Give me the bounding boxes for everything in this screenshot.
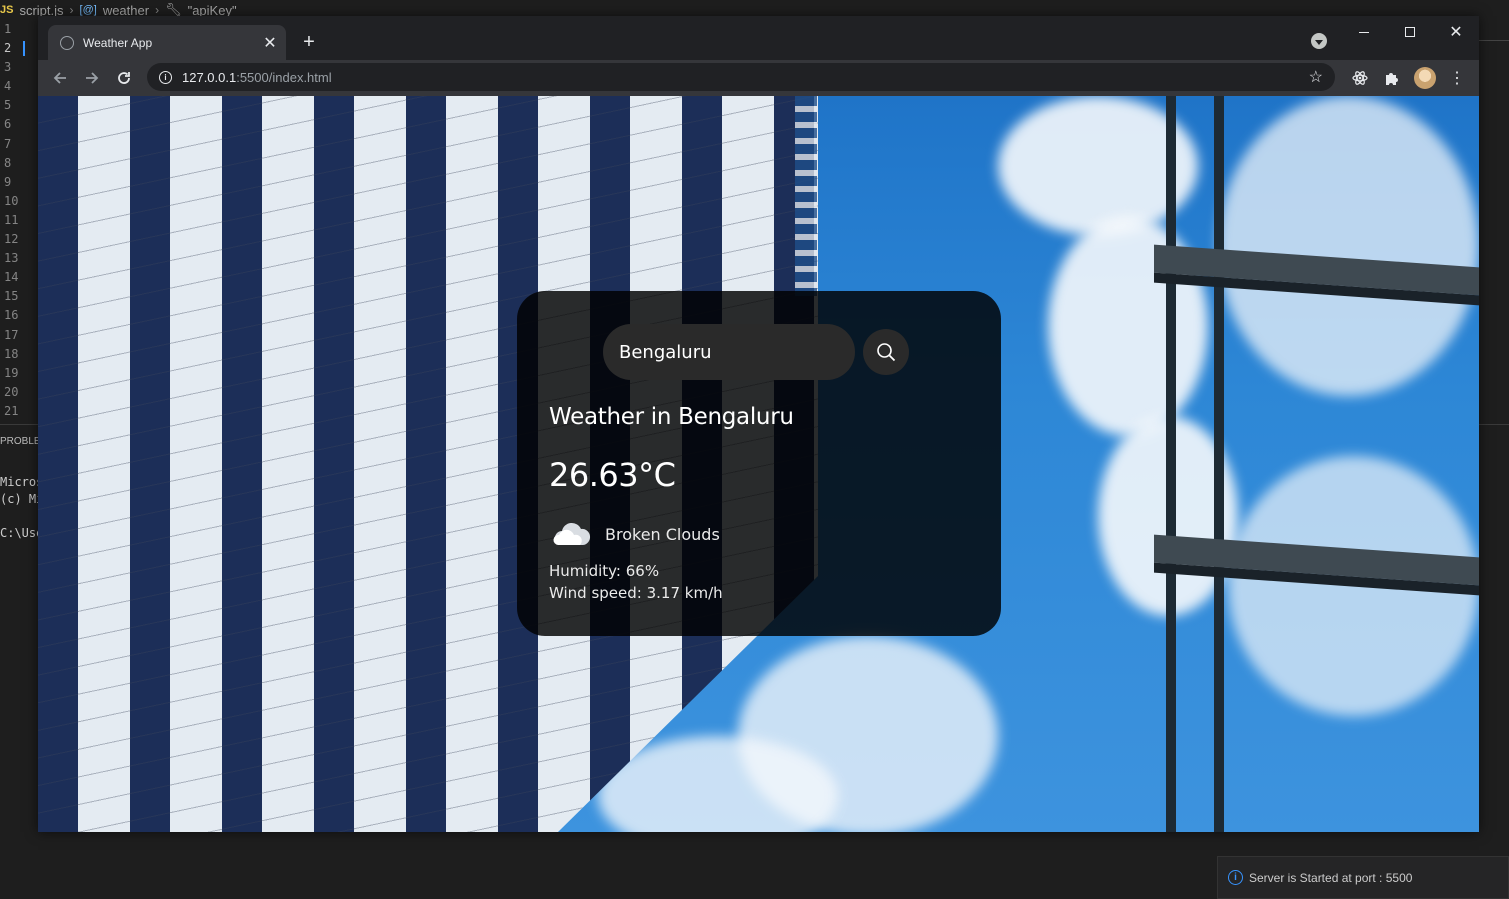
line-number: 13	[4, 251, 19, 266]
address-bar[interactable]: i 127.0.0.1 :5500/index.html ☆	[147, 63, 1335, 91]
terminal-line: C:\Use	[0, 526, 44, 540]
city-heading: Weather in Bengaluru	[549, 404, 794, 430]
line-number: 10	[4, 193, 19, 208]
forward-arrow-icon[interactable]	[80, 66, 104, 90]
line-number: 3	[4, 60, 12, 75]
back-arrow-icon[interactable]	[48, 66, 72, 90]
profile-avatar[interactable]	[1414, 67, 1436, 89]
line-indicator	[23, 41, 25, 56]
background-sign	[795, 96, 817, 296]
background-frame-post	[1214, 96, 1224, 832]
terminal-output: Micros (c) Mi C:\Use	[0, 474, 43, 542]
line-number: 4	[4, 79, 12, 94]
url-path: :5500/index.html	[236, 69, 332, 85]
line-number: 1	[4, 22, 12, 36]
server-notification[interactable]: i Server is Started at port : 5500	[1217, 856, 1509, 899]
search-button[interactable]	[863, 329, 909, 375]
browser-window: Weather App ✕ + ✕ i 127.0.0.1 :5500/inde…	[38, 16, 1479, 832]
browser-toolbar: i 127.0.0.1 :5500/index.html ☆ ⋮	[38, 60, 1479, 96]
cloud-icon	[553, 522, 591, 545]
globe-icon	[60, 35, 74, 50]
tab-weather-app[interactable]: Weather App ✕	[48, 25, 286, 60]
line-number: 12	[4, 232, 19, 247]
more-menu-icon[interactable]: ⋮	[1446, 67, 1468, 89]
background-cloud	[1218, 96, 1479, 396]
line-number: 6	[4, 117, 12, 132]
line-number: 21	[4, 403, 19, 418]
search-icon	[877, 343, 896, 362]
city-search-input[interactable]	[603, 324, 855, 380]
weather-card: Weather in Bengaluru 26.63°C Broken Clou…	[517, 291, 1001, 636]
site-info-icon[interactable]: i	[159, 70, 172, 84]
line-number: 20	[4, 384, 19, 399]
temperature: 26.63°C	[549, 456, 676, 494]
terminal-line: Micros	[0, 475, 44, 489]
reload-icon[interactable]	[112, 66, 136, 90]
line-number: 2	[4, 41, 12, 56]
js-file-icon: JS	[0, 4, 14, 16]
new-tab-button[interactable]: +	[297, 30, 321, 54]
problems-tab[interactable]: PROBLE	[0, 436, 41, 447]
react-devtools-icon[interactable]	[1349, 67, 1371, 89]
chevron-right-icon: ›	[69, 3, 74, 17]
line-number: 16	[4, 308, 19, 323]
variable-icon: [@]	[79, 4, 97, 16]
line-number: 15	[4, 289, 19, 304]
tab-title: Weather App	[83, 35, 153, 50]
close-tab-icon[interactable]: ✕	[260, 33, 280, 53]
maximize-button[interactable]	[1387, 18, 1433, 46]
tab-search-icon[interactable]	[1311, 33, 1327, 49]
extensions-puzzle-icon[interactable]	[1381, 67, 1403, 89]
wind-speed: Wind speed: 3.17 km/h	[549, 584, 723, 602]
line-number: 5	[4, 98, 12, 113]
line-number-gutter: 1 2 3 4 5 6 7 8 9 10 11 12 13 14 15 16 17 18 19 20 21	[0, 20, 38, 421]
notification-text: Server is Started at port : 5500	[1249, 870, 1413, 885]
editor-divider	[1479, 40, 1509, 41]
description-row: Broken Clouds	[553, 521, 720, 547]
page-viewport: Weather in Bengaluru 26.63°C Broken Clou…	[38, 96, 1479, 832]
line-number: 7	[4, 136, 12, 151]
bookmark-star-icon[interactable]: ☆	[1309, 67, 1323, 87]
line-number: 11	[4, 212, 19, 227]
tab-strip: Weather App ✕ + ✕	[38, 16, 1479, 60]
url-host: 127.0.0.1	[182, 69, 237, 85]
search-row	[603, 324, 909, 380]
line-number: 14	[4, 270, 19, 285]
info-icon: i	[1228, 870, 1243, 885]
weather-description: Broken Clouds	[605, 524, 720, 544]
close-window-button[interactable]: ✕	[1433, 18, 1479, 46]
terminal-line: (c) Mi	[0, 492, 44, 506]
line-number: 9	[4, 174, 12, 189]
background-frame-post	[1166, 96, 1176, 832]
line-number: 18	[4, 346, 19, 361]
minimize-button[interactable]	[1341, 18, 1387, 46]
line-number: 17	[4, 327, 19, 342]
line-number: 19	[4, 365, 19, 380]
line-number: 8	[4, 155, 12, 170]
chevron-right-icon: ›	[155, 3, 160, 17]
humidity: Humidity: 66%	[549, 562, 660, 580]
